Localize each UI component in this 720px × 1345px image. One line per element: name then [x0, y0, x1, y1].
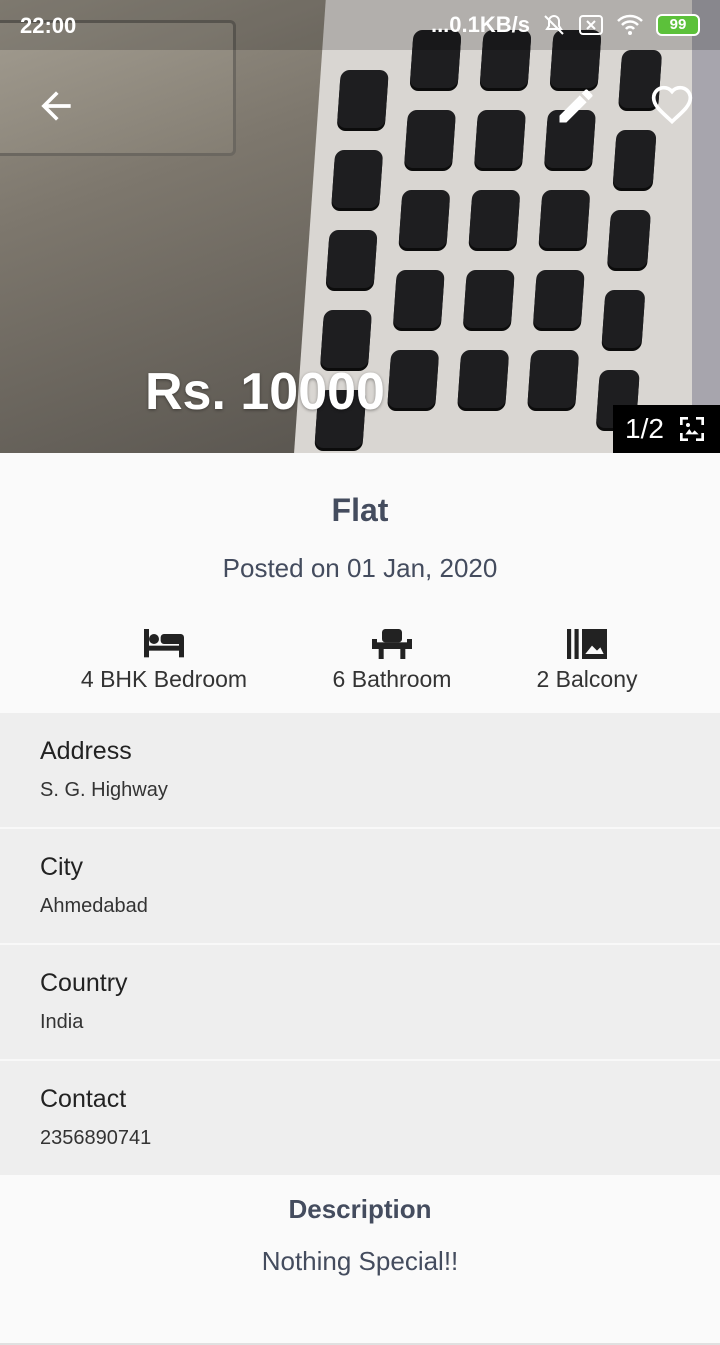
status-time: 22:00 — [20, 13, 77, 38]
image-counter[interactable]: 1/2 — [613, 405, 720, 453]
favorite-heart-icon[interactable] — [650, 84, 694, 128]
detail-row-contact[interactable]: Contact 2356890741 — [0, 1059, 720, 1175]
detail-value: S. G. Highway — [40, 779, 168, 801]
feature-balcony-label: 2 Balcony — [536, 666, 638, 692]
feature-bathroom-label: 6 Bathroom — [332, 666, 452, 692]
detail-value: India — [40, 1011, 84, 1033]
description-heading: Description — [288, 1194, 432, 1224]
feature-bedroom: 4 BHK Bedroom — [64, 628, 264, 693]
balcony-icon — [567, 629, 607, 659]
image-counter-text: 1/2 — [625, 413, 664, 444]
detail-value[interactable]: 2356890741 — [40, 1127, 151, 1150]
price-label: Rs. 10000 — [145, 363, 385, 421]
detail-row-city: City Ahmedabad — [0, 827, 720, 943]
detail-heading: City — [40, 853, 84, 881]
back-arrow-icon[interactable] — [34, 84, 78, 128]
detail-row-country: Country India — [0, 943, 720, 1059]
network-speed: ...0.1KB/s — [430, 12, 530, 37]
feature-bedroom-label: 4 BHK Bedroom — [80, 666, 248, 692]
detail-heading: Contact — [40, 1085, 127, 1113]
bed-icon — [144, 629, 184, 658]
listing-title: Flat — [331, 492, 389, 528]
sim-icon — [579, 15, 603, 35]
fullscreen-image-icon[interactable] — [676, 413, 708, 445]
bathroom-icon — [372, 629, 412, 659]
detail-heading: Address — [40, 737, 132, 765]
description-text: Nothing Special!! — [261, 1246, 459, 1276]
bell-off-icon — [544, 14, 564, 35]
status-bar: 22:00 ...0.1KB/s 99 — [0, 0, 720, 50]
battery-icon: 99 — [656, 14, 700, 36]
edit-pencil-icon[interactable] — [554, 84, 598, 128]
status-indicators: ...0.1KB/s 99 — [431, 12, 700, 38]
image-edge — [692, 0, 720, 453]
feature-bathroom: 6 Bathroom — [312, 628, 472, 693]
detail-heading: Country — [40, 969, 128, 997]
feature-balcony: 2 Balcony — [517, 628, 657, 693]
detail-value: Ahmedabad — [40, 895, 148, 917]
posted-date: Posted on 01 Jan, 2020 — [222, 553, 498, 583]
detail-row-address: Address S. G. Highway — [0, 713, 720, 827]
wifi-icon — [617, 14, 643, 35]
